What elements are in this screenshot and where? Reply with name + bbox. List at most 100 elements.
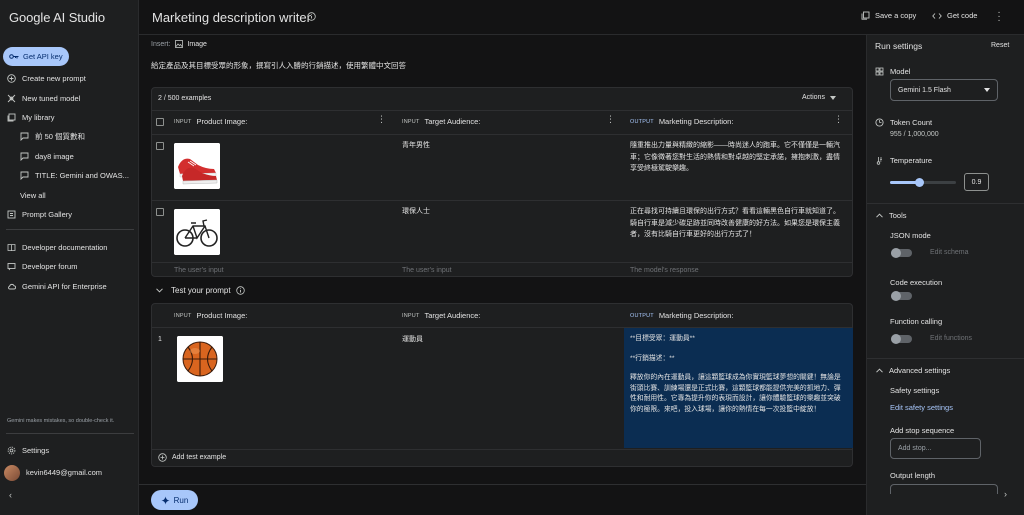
sidebar-item-label: Prompt Gallery <box>22 209 73 219</box>
column-menu-icon[interactable]: ⋮ <box>606 115 615 124</box>
forum-icon <box>7 262 16 271</box>
insert-bar: Insert: Image <box>151 40 207 48</box>
input-tag: INPUT <box>174 118 192 125</box>
prompt-title[interactable]: Marketing description writer <box>152 10 311 25</box>
sidebar-item-dev-forum[interactable]: Developer forum <box>7 259 77 273</box>
audience-cell[interactable]: 青年男性 <box>402 140 430 152</box>
sidebar-item-enterprise[interactable]: Gemini API for Enterprise <box>7 279 107 293</box>
insert-label: Insert: <box>151 40 171 48</box>
edit-functions-link[interactable]: Edit functions <box>930 335 972 342</box>
sidebar-item-dev-docs[interactable]: Developer documentation <box>7 240 107 254</box>
temperature-slider-thumb[interactable] <box>915 178 925 187</box>
add-test-example-button[interactable]: Add test example <box>158 453 226 462</box>
model-select[interactable]: Gemini 1.5 Flash <box>890 79 998 101</box>
collapse-sidebar-icon[interactable]: ‹ <box>9 490 12 500</box>
audience-cell[interactable]: 運動員 <box>402 334 423 346</box>
column-label: Target Audience: <box>424 117 481 126</box>
code-execution-toggle[interactable] <box>891 291 912 301</box>
test-table: INPUT Product Image: INPUT Target Audience… <box>151 303 853 467</box>
function-calling-toggle[interactable] <box>891 334 912 344</box>
advanced-settings-toggle[interactable]: Advanced settings <box>876 366 950 375</box>
chat-icon <box>20 132 29 141</box>
library-item-label: TITLE: Gemini and OWAS... <box>35 170 129 180</box>
chevron-down-icon <box>156 288 163 293</box>
save-copy-button[interactable]: Save a copy <box>861 11 916 20</box>
json-mode-toggle[interactable] <box>891 248 912 258</box>
actions-button[interactable]: Actions <box>802 94 836 101</box>
output-length-input[interactable] <box>890 484 998 494</box>
product-image-basketball[interactable] <box>177 336 223 382</box>
divider <box>867 203 1024 204</box>
sparkle-icon <box>161 496 170 505</box>
library-item[interactable]: TITLE: Gemini and OWAS... <box>20 168 129 182</box>
actions-label: Actions <box>802 94 825 101</box>
output-tag: OUTPUT <box>630 312 654 319</box>
code-execution-label: Code execution <box>890 278 943 287</box>
edit-schema-link[interactable]: Edit schema <box>930 249 969 256</box>
column-label: Product Image: <box>196 117 248 126</box>
code-icon <box>932 12 942 20</box>
new-row-input-placeholder[interactable]: The user's input <box>402 267 452 274</box>
edit-safety-settings-link[interactable]: Edit safety settings <box>890 403 953 412</box>
view-all-label: View all <box>20 190 46 200</box>
temperature-label: Temperature <box>890 156 933 165</box>
new-row-output-placeholder[interactable]: The model's response <box>630 267 699 274</box>
tools-section-toggle[interactable]: Tools <box>876 211 907 220</box>
run-button[interactable]: Run <box>151 490 198 510</box>
temperature-input[interactable]: 0.9 <box>964 173 989 191</box>
stop-sequence-label: Add stop sequence <box>890 426 955 435</box>
image-icon <box>175 40 184 48</box>
column-menu-icon[interactable]: ⋮ <box>377 115 386 124</box>
insert-image-button[interactable]: Image <box>175 40 207 48</box>
product-image-sneakers[interactable] <box>174 143 220 189</box>
divider <box>867 358 1024 359</box>
row-checkbox[interactable] <box>156 142 164 150</box>
row-number: 1 <box>158 336 162 343</box>
temperature-slider[interactable] <box>890 178 956 187</box>
test-prompt-header[interactable]: Test your prompt <box>156 286 245 295</box>
app-logo[interactable]: Google AI Studio <box>9 10 105 25</box>
more-options-icon[interactable]: · · · <box>996 8 1002 26</box>
output-tag: OUTPUT <box>630 118 654 125</box>
stop-sequence-input[interactable]: Add stop... <box>890 438 981 459</box>
column-menu-icon[interactable]: ⋮ <box>834 115 843 124</box>
sidebar-item-label: Settings <box>22 445 50 455</box>
safety-settings-label: Safety settings <box>890 386 940 395</box>
token-icon <box>875 118 884 127</box>
prompt-editor: Insert: Image 給定產品及其目標受眾的形象，撰寫引人入勝的行銷描述，… <box>139 35 866 515</box>
sidebar-item-create-prompt[interactable]: Create new prompt <box>7 71 86 85</box>
account-button[interactable]: kevin6449@gmail.com <box>4 464 102 481</box>
new-row-input-placeholder[interactable]: The user's input <box>174 267 224 274</box>
library-item[interactable]: day8 image <box>20 149 74 163</box>
sidebar-item-library[interactable]: My library <box>7 110 55 124</box>
select-all-checkbox[interactable] <box>156 118 164 126</box>
info-icon[interactable] <box>307 12 316 21</box>
library-item[interactable]: 前 50 個質數和 <box>20 129 85 143</box>
avatar <box>4 464 20 481</box>
view-all-link[interactable]: View all <box>20 188 46 202</box>
sidebar-item-tuned-model[interactable]: New tuned model <box>7 91 80 105</box>
system-instructions[interactable]: 給定產品及其目標受眾的形象，撰寫引人入勝的行銷描述，使用繁體中文回答 <box>151 60 406 71</box>
output-body: 釋放你的內在運動員，讓這顆籃球成為你實現籃球夢想的關鍵！無論是街頭比賽、訓練場還… <box>630 374 841 413</box>
output-length-label: Output length <box>890 471 936 480</box>
audience-cell[interactable]: 環保人士 <box>402 206 430 218</box>
json-mode-label: JSON mode <box>890 231 931 240</box>
row-checkbox[interactable] <box>156 208 164 216</box>
get-api-key-button[interactable]: Get API key <box>3 47 69 66</box>
column-header-target-audience: INPUT Target Audience: <box>402 117 480 126</box>
get-code-button[interactable]: Get code <box>932 11 977 20</box>
column-label: Product Image: <box>196 311 248 320</box>
sidebar-item-settings[interactable]: Settings <box>7 443 49 457</box>
model-output: **目標受眾：運動員** **行銷描述：** 釋放你的內在運動員，讓這顆籃球成為… <box>624 328 853 448</box>
description-cell[interactable]: 正在尋找可持續且環保的出行方式？看看這輛黑色自行車就知道了。騎自行車是減少碳足跡… <box>630 206 844 241</box>
product-image-bicycle[interactable] <box>174 209 220 255</box>
sidebar-item-label: Developer forum <box>22 261 78 271</box>
divider <box>139 484 866 485</box>
tune-icon <box>7 94 16 103</box>
copy-icon <box>861 11 870 20</box>
expand-panel-icon[interactable]: › <box>1004 489 1007 499</box>
sidebar-item-prompt-gallery[interactable]: Prompt Gallery <box>7 207 72 221</box>
reset-button[interactable]: Reset <box>991 42 1009 49</box>
info-icon[interactable] <box>235 286 245 295</box>
description-cell[interactable]: 隨重推出力量與精緻的縮影——時尚迷人的跑車。它不僅僅是一輛汽車；它像徵著您對生活… <box>630 140 842 175</box>
